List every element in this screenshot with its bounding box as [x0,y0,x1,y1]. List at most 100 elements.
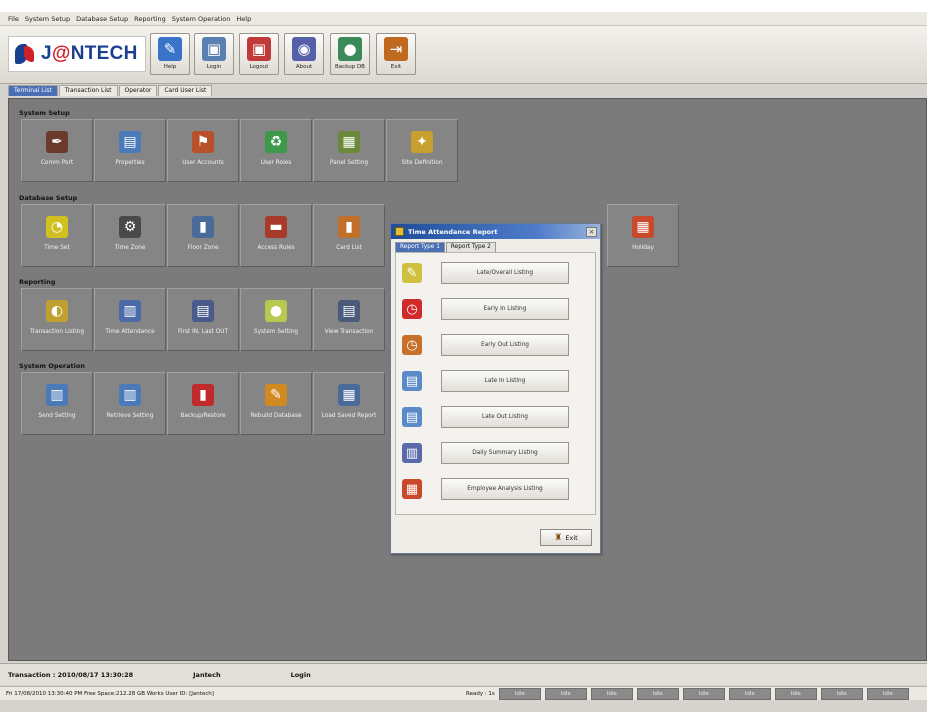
toolbar-exit-button[interactable]: ⇥ Exit [376,33,416,75]
button-system-setting[interactable]: ● System Setting [240,288,312,351]
logo-mark-icon [15,42,37,66]
main-tabs: Terminal List Transaction List Operator … [8,85,213,97]
late-overall-listing-button[interactable]: Late/Overall Listing [441,262,569,284]
section-label-system-setup: System Setup [19,109,70,117]
button-site-definition[interactable]: ✦ Site Definition [386,119,458,182]
button-label: Card List [336,245,362,251]
toolbar-button-label: Backup DB [335,64,365,70]
dialog-title: Time Attendance Report [408,227,498,236]
button-user-roles[interactable]: ♻ User Roles [240,119,312,182]
card-list-icon: ▮ [338,216,360,238]
button-access-rules[interactable]: ▬ Access Rules [240,204,312,267]
button-backup-restore[interactable]: ▮ Backup/Restore [167,372,239,435]
time-attendance-report-dialog: Time Attendance Report × Report Type 1 R… [390,223,601,554]
view-transaction-icon: ▤ [338,300,360,322]
button-time-zone[interactable]: ⚙ Time Zone [94,204,166,267]
tab-terminal-list[interactable]: Terminal List [8,85,58,96]
menu-database-setup[interactable]: Database Setup [76,15,128,23]
about-icon: ◉ [292,37,316,61]
report-icon [395,227,404,236]
status-bar-transaction: Transaction : 2010/08/17 13:30:28 Jantec… [0,663,927,685]
menu-file[interactable]: File [8,15,19,23]
late-in-listing-button[interactable]: Late In Listing [441,370,569,392]
button-send-setting[interactable]: ▥ Send Setting [21,372,93,435]
early-out-listing-button[interactable]: Early Out Listing [441,334,569,356]
button-label: Properties [115,160,145,166]
alarm-clock-icon: ◷ [402,299,422,319]
time-attendance-icon: ▥ [119,300,141,322]
pencil-icon: ✎ [402,263,422,283]
tab-transaction-list[interactable]: Transaction List [58,85,118,96]
last-transaction: Transaction : 2010/08/17 13:30:28 [8,670,134,679]
document-icon: ▤ [402,371,422,391]
toolbar-backup-db-button[interactable]: ● Backup DB [330,33,370,75]
button-retrieve-setting[interactable]: ▥ Retrieve Setting [94,372,166,435]
access-rules-icon: ▬ [265,216,287,238]
button-user-accounts[interactable]: ⚑ User Accounts [167,119,239,182]
terminal-status-segment: Idle [774,687,817,700]
toolbar-button-label: Login [206,64,222,70]
document-icon: ▥ [402,443,422,463]
button-rebuild-database[interactable]: ✎ Rebuild Database [240,372,312,435]
system-info: Fri 17/08/2010 13:30:40 PM Free Space:21… [6,690,214,697]
menu-reporting[interactable]: Reporting [134,15,166,23]
send-setting-icon: ▥ [46,384,68,406]
report-row: ✎ Late/Overall Listing [402,258,588,288]
button-card-list[interactable]: ▮ Card List [313,204,385,267]
time-zone-icon: ⚙ [119,216,141,238]
button-view-transaction[interactable]: ▤ View Transaction [313,288,385,351]
late-out-listing-button[interactable]: Late Out Listing [441,406,569,428]
button-first-in-last-out[interactable]: ▤ First IN, Last OUT [167,288,239,351]
menu-system-setup[interactable]: System Setup [25,15,70,23]
menu-help[interactable]: Help [236,15,251,23]
button-label: Retrieve Setting [106,413,154,419]
button-label: Panel Setting [329,160,369,166]
button-transaction-listing[interactable]: ◐ Transaction Listing [21,288,93,351]
menu-system-operation[interactable]: System Operation [172,15,231,23]
dialog-tabs: Report Type 1 Report Type 2 [395,242,600,252]
ready-indicator: Ready : 1s [466,690,495,697]
workspace: ▦ Load Saved Report ✎ Rebuild Database ▮ Back… [8,98,927,661]
terminal-status-segment: Idle [682,687,725,700]
button-load-saved-report[interactable]: ▦ Load Saved Report [313,372,385,435]
early-in-listing-button[interactable]: Early In Listing [441,298,569,320]
recycle-icon: ♻ [265,131,287,153]
button-label: Send Setting [38,413,76,419]
exit-button[interactable]: ♜ Exit [540,529,592,546]
terminal-status-segment: Idle [544,687,587,700]
button-floor-zone[interactable]: ▮ Floor Zone [167,204,239,267]
retrieve-setting-icon: ▥ [119,384,141,406]
toolbar-help-button[interactable]: ✎ Help [150,33,190,75]
current-user: Jantech [193,670,221,679]
panel-icon: ▦ [338,131,360,153]
button-time-attendance[interactable]: ▥ Time Attendance [94,288,166,351]
button-holiday[interactable]: ▦ Holiday [607,204,679,267]
tab-report-type-1[interactable]: Report Type 1 [395,242,445,252]
daily-summary-listing-button[interactable]: Daily Summary Listing [441,442,569,464]
close-icon[interactable]: × [586,226,597,237]
button-label: Holiday [632,245,654,251]
toolbar-login-button[interactable]: ▣ Login [194,33,234,75]
toolbar-logout-button[interactable]: ▣ Logout [239,33,279,75]
report-row: ▥ Daily Summary Listing [402,438,588,468]
button-panel-setting[interactable]: ▦ Panel Setting [313,119,385,182]
button-label: View Transaction [324,329,374,335]
app-logo: J@NTECH [8,36,146,72]
backup-restore-icon: ▮ [192,384,214,406]
section-label-system-operation: System Operation [19,362,85,370]
tab-report-type-2[interactable]: Report Type 2 [445,242,496,252]
button-label: Time Zone [114,245,146,251]
toolbar-about-button[interactable]: ◉ About [284,33,324,75]
button-time-set[interactable]: ◔ Time Set [21,204,93,267]
button-comm-port[interactable]: ✒ Comm Port [21,119,93,182]
exit-door-icon: ⇥ [384,37,408,61]
report-row: ◷ Early Out Listing [402,330,588,360]
clock-icon: ◔ [46,216,68,238]
button-properties[interactable]: ▤ Properties [94,119,166,182]
employee-analysis-listing-button[interactable]: Employee Analysis Listing [441,478,569,500]
button-label: Site Definition [401,160,443,166]
tab-operator[interactable]: Operator [118,85,158,96]
dialog-title-bar: Time Attendance Report × [391,224,600,239]
logout-icon: ▣ [247,37,271,61]
tab-card-user-list[interactable]: Card User List [158,85,213,96]
